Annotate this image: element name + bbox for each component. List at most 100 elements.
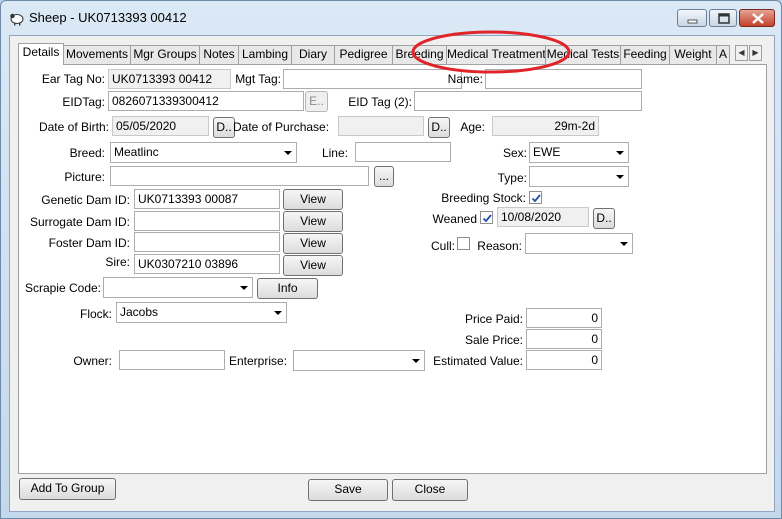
- age-label: Age:: [460, 120, 485, 134]
- price-paid-label: Price Paid:: [464, 312, 523, 326]
- chevron-down-icon: [620, 242, 628, 246]
- surrogate-dam-field[interactable]: [134, 211, 280, 231]
- chevron-down-icon: [616, 175, 624, 179]
- chevron-down-icon: [284, 151, 292, 155]
- owner-label: Owner:: [73, 354, 112, 368]
- flock-select[interactable]: Jacobs: [116, 302, 287, 323]
- minimize-button[interactable]: [677, 9, 707, 27]
- reason-select[interactable]: [525, 233, 633, 254]
- tab-scroll-right-button[interactable]: ▶: [749, 45, 762, 61]
- dob-field[interactable]: 05/05/2020: [112, 116, 209, 136]
- sire-field[interactable]: UK0307210 03896: [134, 254, 280, 274]
- chevron-down-icon: [240, 286, 248, 290]
- breed-label: Breed:: [69, 146, 105, 160]
- scrapie-code-select[interactable]: [103, 277, 253, 298]
- chevron-down-icon: [274, 311, 282, 315]
- sheep-window: Sheep - UK0713393 00412 Details Movement…: [0, 0, 782, 519]
- name-label: Name:: [447, 72, 483, 86]
- chevron-down-icon: [616, 151, 624, 155]
- tab-mgr-groups[interactable]: Mgr Groups: [130, 45, 200, 64]
- sex-value: EWE: [533, 145, 561, 159]
- flock-label: Flock:: [79, 307, 112, 321]
- breeding-stock-checkbox[interactable]: [529, 191, 542, 204]
- flock-value: Jacobs: [120, 305, 159, 319]
- surrogate-dam-label: Surrogate Dam ID:: [29, 215, 130, 229]
- cull-label: Cull:: [430, 239, 455, 253]
- tab-medical-treatment[interactable]: Medical Treatment: [446, 45, 546, 64]
- maximize-button[interactable]: [709, 9, 737, 27]
- add-to-group-button[interactable]: Add To Group: [19, 478, 116, 500]
- tab-scroll-left-button[interactable]: ◀: [735, 45, 748, 61]
- tab-more[interactable]: A: [716, 45, 730, 64]
- close-button[interactable]: Close: [392, 479, 468, 501]
- cull-checkbox[interactable]: [457, 237, 470, 250]
- foster-dam-field[interactable]: [134, 232, 280, 252]
- owner-field[interactable]: [119, 350, 225, 370]
- genetic-dam-view-button[interactable]: View: [283, 189, 343, 210]
- enterprise-label: Enterprise:: [229, 354, 288, 368]
- picture-browse-button[interactable]: ...: [374, 166, 394, 187]
- eid-tag2-field[interactable]: [414, 91, 642, 111]
- tab-feeding[interactable]: Feeding: [620, 45, 670, 64]
- tab-breeding[interactable]: Breeding: [392, 45, 447, 64]
- ear-tag-field[interactable]: UK0713393 00412: [108, 69, 231, 89]
- window-title: Sheep - UK0713393 00412: [29, 10, 187, 25]
- tab-lambing[interactable]: Lambing: [238, 45, 292, 64]
- tab-strip: Details Movements Mgr Groups Notes Lambi…: [18, 43, 768, 65]
- eid-tag2-label: EID Tag (2):: [348, 95, 412, 109]
- picture-field[interactable]: [110, 166, 369, 186]
- tab-weight[interactable]: Weight: [669, 45, 717, 64]
- name-field[interactable]: [485, 69, 642, 89]
- mgt-tag-label: Mgt Tag:: [235, 72, 281, 86]
- ear-tag-label: Ear Tag No:: [41, 72, 105, 86]
- tab-diary[interactable]: Diary: [291, 45, 335, 64]
- sire-view-button[interactable]: View: [283, 255, 343, 276]
- genetic-dam-field[interactable]: UK0713393 00087: [134, 189, 280, 209]
- line-field[interactable]: [355, 142, 451, 162]
- estimated-value-label: Estimated Value:: [433, 354, 523, 368]
- tab-pedigree[interactable]: Pedigree: [334, 45, 393, 64]
- tab-medical-tests[interactable]: Medical Tests: [545, 45, 621, 64]
- tab-notes[interactable]: Notes: [199, 45, 239, 64]
- arrow-left-icon: ◀: [738, 48, 745, 57]
- dob-label: Date of Birth:: [38, 120, 109, 134]
- eid-tag-label: EIDTag:: [62, 95, 105, 109]
- sex-select[interactable]: EWE: [529, 142, 629, 163]
- sex-label: Sex:: [502, 146, 527, 160]
- breed-select[interactable]: Meatlinc: [110, 142, 297, 163]
- arrow-right-icon: ▶: [752, 48, 759, 57]
- tab-movements[interactable]: Movements: [63, 45, 131, 64]
- dob-picker-button[interactable]: D..: [213, 117, 235, 138]
- surrogate-dam-view-button[interactable]: View: [283, 211, 343, 232]
- enterprise-select[interactable]: [293, 350, 425, 371]
- estimated-value-field[interactable]: 0: [526, 350, 602, 370]
- price-paid-field[interactable]: 0: [526, 308, 602, 328]
- maximize-icon: [718, 13, 730, 24]
- checkmark-icon: [482, 214, 492, 223]
- foster-dam-view-button[interactable]: View: [283, 233, 343, 254]
- age-field: 29m-2d: [492, 116, 599, 136]
- sheep-icon: [9, 10, 25, 26]
- picture-label: Picture:: [64, 170, 105, 184]
- scrapie-code-label: Scrapie Code:: [24, 281, 101, 295]
- purchase-date-picker-button[interactable]: D..: [428, 117, 450, 138]
- close-window-button[interactable]: [739, 9, 775, 27]
- weaned-date-picker-button[interactable]: D..: [593, 208, 615, 229]
- weaned-checkbox[interactable]: [480, 211, 493, 224]
- eid-tag-edit-button[interactable]: E..: [305, 91, 328, 112]
- purchase-date-label: Date of Purchase:: [233, 120, 330, 134]
- sale-price-field[interactable]: 0: [526, 329, 602, 349]
- type-select[interactable]: [529, 166, 629, 187]
- purchase-date-field[interactable]: [338, 116, 424, 136]
- save-button[interactable]: Save: [308, 479, 388, 501]
- close-icon: [752, 13, 764, 24]
- foster-dam-label: Foster Dam ID:: [48, 236, 130, 250]
- line-label: Line:: [321, 146, 348, 160]
- eid-tag-field[interactable]: 0826071339300412: [108, 91, 304, 111]
- checkmark-icon: [531, 194, 541, 203]
- sire-label: Sire:: [105, 255, 130, 269]
- tab-details[interactable]: Details: [18, 43, 64, 65]
- weaned-date-field[interactable]: 10/08/2020: [497, 207, 589, 227]
- title-bar[interactable]: Sheep - UK0713393 00412: [1, 1, 781, 35]
- scrapie-info-button[interactable]: Info: [257, 278, 318, 299]
